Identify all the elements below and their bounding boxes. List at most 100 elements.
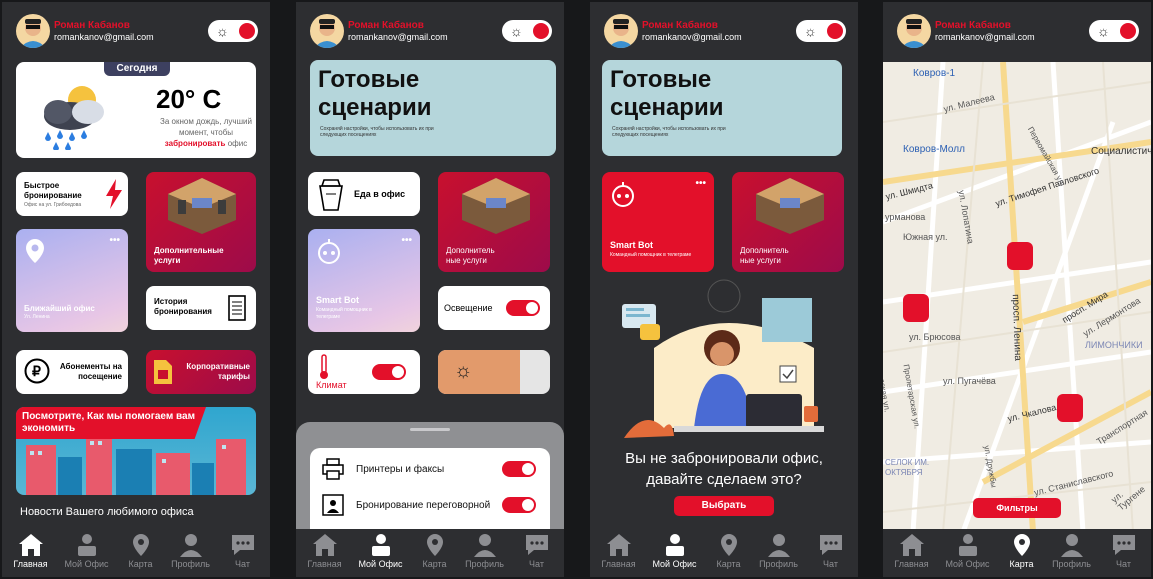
- user-email: romankanov@gmail.com: [54, 32, 154, 42]
- smart-bot-card[interactable]: ••• Smart Bot Командный помощник в телег…: [308, 229, 420, 332]
- empty-state-text: Вы не забронировали офис, давайте сделае…: [625, 450, 823, 488]
- theme-toggle[interactable]: ☼: [1089, 20, 1139, 42]
- theme-toggle[interactable]: ☼: [796, 20, 846, 42]
- user-email: romankanov@gmail.com: [642, 32, 742, 42]
- printers-row[interactable]: Принтеры и факсы: [322, 458, 540, 484]
- map-pin-icon: [1013, 534, 1030, 556]
- climate-switch[interactable]: [372, 364, 406, 380]
- nav-profile[interactable]: Профиль: [458, 533, 511, 569]
- nav-map[interactable]: Карта: [114, 533, 167, 569]
- nav-map[interactable]: Карта: [702, 533, 755, 569]
- avatar[interactable]: [16, 14, 50, 48]
- nav-map-label: Карта: [128, 559, 153, 569]
- nav-chat[interactable]: Чат: [510, 533, 563, 569]
- weather-card[interactable]: Сегодня 20° C За окном дождь, лучший мом…: [16, 62, 256, 158]
- office-room-illustration: [756, 178, 824, 234]
- nav-office[interactable]: Мой Офис: [648, 533, 701, 569]
- map-label-kovrov: Ковров-1: [913, 68, 956, 79]
- office-icon: [665, 534, 684, 556]
- nav-map-label: Карта: [422, 559, 447, 569]
- map-label-socialist: Социалистиче: [1091, 146, 1151, 157]
- user-name: Роман Кабанов: [348, 20, 424, 31]
- lighting-card[interactable]: Освещение: [438, 286, 550, 330]
- weather-tail: офис: [227, 139, 248, 148]
- nav-home[interactable]: Главная: [4, 533, 57, 569]
- office-marker[interactable]: [903, 294, 929, 322]
- nav-office[interactable]: Мой Офис: [941, 533, 994, 569]
- meeting-switch[interactable]: [502, 497, 536, 513]
- user-email: romankanov@gmail.com: [935, 32, 1035, 42]
- quick-booking-sub: Офис на ул. Грибоедова: [24, 202, 82, 208]
- scenarios-header-card: Готовые сценарии Сохраняй настройки, что…: [602, 60, 842, 156]
- filters-button[interactable]: Фильтры: [973, 498, 1061, 518]
- user-name: Роман Кабанов: [935, 20, 1011, 31]
- map-label-urmanova: урманова: [885, 212, 926, 222]
- choose-button[interactable]: Выбрать: [674, 496, 774, 516]
- home-icon: [899, 534, 924, 556]
- lighting-switch[interactable]: [506, 300, 540, 316]
- nav-office-label: Мой Офис: [64, 559, 109, 569]
- nav-profile-label: Профиль: [759, 559, 798, 569]
- nav-profile[interactable]: Профиль: [1045, 533, 1098, 569]
- nav-office[interactable]: Мой Офис: [354, 533, 407, 569]
- avatar[interactable]: [897, 14, 931, 48]
- quick-booking-card[interactable]: Быстрое бронирование Офис на ул. Грибоед…: [16, 172, 128, 216]
- nav-profile[interactable]: Профиль: [164, 533, 217, 569]
- nav-home-label: Главная: [307, 559, 342, 569]
- more-icon[interactable]: •••: [695, 178, 706, 189]
- avatar[interactable]: [604, 14, 638, 48]
- home-icon: [312, 534, 337, 556]
- sheet-handle[interactable]: [410, 428, 450, 431]
- book-link[interactable]: забронировать: [165, 139, 226, 148]
- more-icon[interactable]: •••: [401, 235, 412, 246]
- map-label-yuzhnaya: Южная ул.: [903, 232, 948, 242]
- avatar[interactable]: [310, 14, 344, 48]
- nav-map[interactable]: Карта: [995, 533, 1048, 569]
- home-icon: [606, 534, 631, 556]
- nav-map[interactable]: Карта: [408, 533, 461, 569]
- nav-home[interactable]: Главная: [885, 533, 938, 569]
- nav-office-label: Мой Офис: [652, 559, 697, 569]
- thermometer-icon: [320, 354, 328, 379]
- savings-banner[interactable]: Посмотрите, Как мы помогаем вам экономит…: [16, 407, 256, 495]
- office-marker[interactable]: [1007, 242, 1033, 270]
- sun-icon: ☼: [804, 23, 817, 39]
- nav-chat[interactable]: Чат: [804, 533, 857, 569]
- chat-icon: [1112, 535, 1135, 555]
- nav-home[interactable]: Главная: [592, 533, 645, 569]
- brightness-card[interactable]: ☼: [438, 350, 550, 394]
- nav-profile[interactable]: Профиль: [752, 533, 805, 569]
- meeting-row[interactable]: Бронирование переговорной: [322, 494, 540, 520]
- extra-services-card[interactable]: Дополнитель ные услуги: [732, 172, 844, 272]
- food-label: Еда в офис: [354, 189, 406, 199]
- news-heading: Новости Вашего любимого офиса: [20, 506, 194, 518]
- theme-toggle[interactable]: ☼: [502, 20, 552, 42]
- booking-history-card[interactable]: История бронирования: [146, 286, 256, 330]
- climate-card[interactable]: Климат: [308, 350, 420, 394]
- remote-work-illustration: [622, 279, 824, 438]
- theme-toggle[interactable]: ☼: [208, 20, 258, 42]
- header: Роман Кабанов romankanov@gmail.com ☼: [590, 2, 858, 60]
- extra-services-card[interactable]: Дополнительные услуги: [146, 172, 256, 272]
- weather-description: За окном дождь, лучший момент, чтобы: [160, 117, 252, 137]
- header: Роман Кабанов romankanov@gmail.com ☼: [883, 2, 1151, 60]
- printers-switch[interactable]: [502, 461, 536, 477]
- food-card[interactable]: Еда в офис: [308, 172, 420, 216]
- corporate-card[interactable]: Корпоративные тарифы: [146, 350, 256, 394]
- extra-services-card[interactable]: Дополнитель ные услуги: [438, 172, 550, 272]
- header: Роман Кабанов romankanov@gmail.com ☼: [2, 2, 270, 60]
- smart-bot-card[interactable]: ••• Smart Bot Командный помощник в телег…: [602, 172, 714, 272]
- more-icon[interactable]: •••: [109, 235, 120, 246]
- profile-icon: [1060, 534, 1083, 557]
- nav-chat[interactable]: Чат: [216, 533, 269, 569]
- nav-chat[interactable]: Чат: [1097, 533, 1150, 569]
- chat-icon: [819, 535, 842, 555]
- nav-chat-label: Чат: [823, 559, 838, 569]
- map-label-lenina: просп. Ленина: [1009, 293, 1024, 362]
- city-map[interactable]: Ковров-1 ул. Малеева Ковров-Молл Социали…: [883, 62, 1151, 532]
- nav-office[interactable]: Мой Офис: [60, 533, 113, 569]
- nearest-office-card[interactable]: ••• Ближайший офис Ул. Ленина: [16, 229, 128, 332]
- nav-home[interactable]: Главная: [298, 533, 351, 569]
- office-marker[interactable]: [1057, 394, 1083, 422]
- subscriptions-card[interactable]: ₽ Абонементы на посещение: [16, 350, 128, 394]
